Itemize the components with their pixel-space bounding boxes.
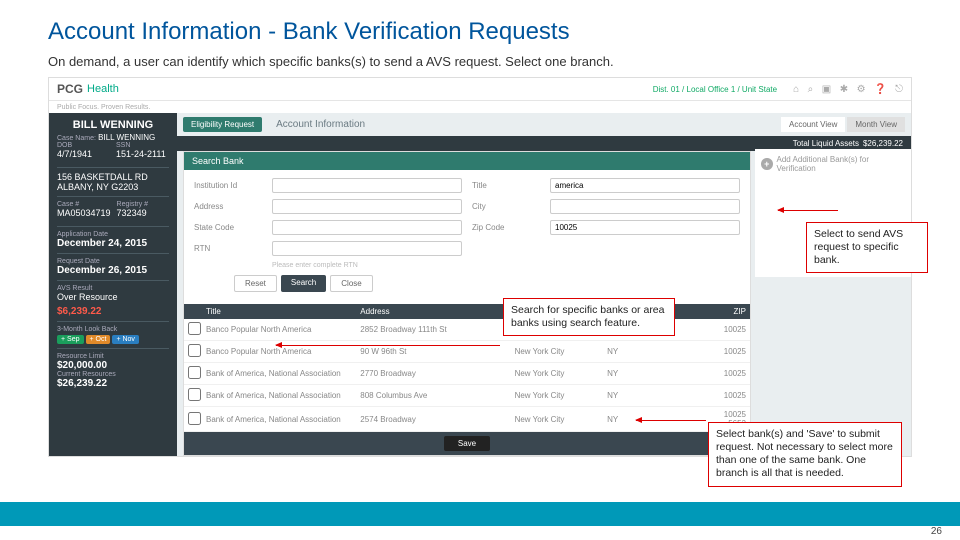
callout-3-arrow (636, 420, 706, 421)
tab-eligibility[interactable]: Eligibility Request (183, 117, 262, 132)
slide-subtitle: On demand, a user can identify which spe… (48, 54, 912, 69)
avs-amount: $6,239.22 (57, 306, 169, 317)
search-button[interactable]: Search (281, 275, 326, 292)
state-label: State Code (194, 223, 272, 232)
callout-1: Select to send AVS request to specific b… (806, 222, 928, 273)
city-label: City (472, 202, 550, 211)
app-window: PCG Health Dist. 01 / Local Office 1 / U… (48, 77, 912, 457)
assets-label: Total Liquid Assets (793, 139, 859, 148)
save-button[interactable]: Save (444, 436, 490, 451)
col-address: Address (360, 307, 514, 316)
current-resources: $26,239.22 (57, 378, 169, 389)
row-checkbox[interactable] (188, 344, 201, 357)
callout-3: Select bank(s) and 'Save' to submit requ… (708, 422, 902, 487)
gear-icon[interactable]: ⚙ (857, 84, 866, 95)
city-input[interactable] (550, 199, 740, 214)
add-bank-label: Add Additional Bank(s) for Verification (777, 155, 905, 173)
app-date: December 24, 2015 (57, 238, 169, 249)
search-icon[interactable]: ⌕ (808, 84, 814, 95)
rtn-hint: Please enter complete RTN (272, 262, 462, 269)
month-nov[interactable]: + Nov (112, 335, 138, 344)
institution-input[interactable] (272, 178, 462, 193)
brand-tagline: Public Focus. Proven Results. (57, 104, 150, 111)
zip-label: Zip Code (472, 223, 550, 232)
lookback-label: 3-Month Look Back (57, 326, 169, 333)
case-name: BILL WENNING (98, 133, 155, 142)
month-sep[interactable]: + Sep (57, 335, 84, 344)
result-row[interactable]: Bank of America, National Association277… (184, 363, 750, 385)
sidebar: BILL WENNING Case Name: BILL WENNING DOB… (49, 113, 177, 456)
avs-result: Over Resource (57, 292, 169, 302)
app-date-label: Application Date (57, 231, 169, 238)
request-date-label: Request Date (57, 258, 169, 265)
ssn-label: SSN (116, 142, 169, 149)
callout-2: Search for specific banks or area banks … (503, 298, 675, 336)
assets-amount: $26,239.22 (863, 139, 903, 148)
case-label: Case # (57, 201, 111, 208)
case-name-label: Case Name: (57, 135, 96, 142)
breadcrumb: Dist. 01 / Local Office 1 / Unit State (653, 85, 777, 94)
institution-label: Institution Id (194, 181, 272, 190)
month-oct[interactable]: + Oct (86, 335, 111, 344)
rtn-label: RTN (194, 244, 272, 253)
section-title: Account Information (276, 119, 773, 130)
plus-icon: + (761, 158, 773, 170)
case-number: MA05034719 (57, 208, 111, 218)
title-input[interactable] (550, 178, 740, 193)
brand-main: PCG (57, 82, 83, 96)
brand-sub: Health (87, 83, 119, 95)
result-row[interactable]: Bank of America, National Association808… (184, 385, 750, 407)
request-date: December 26, 2015 (57, 265, 169, 276)
reset-button[interactable]: Reset (234, 275, 277, 292)
brand: PCG Health (57, 82, 119, 96)
zip-input[interactable] (550, 220, 740, 235)
registry-label: Registry # (117, 201, 169, 208)
top-icons: ⌂ ⌕ ▣ ✱ ⚙ ❓ ⎋ (787, 84, 903, 95)
user-icon[interactable]: ▣ (822, 84, 831, 95)
address: 156 BASKETDALL RD ALBANY, NY G2203 (57, 172, 169, 192)
add-bank-button[interactable]: + Add Additional Bank(s) for Verificatio… (761, 155, 905, 173)
row-checkbox[interactable] (188, 388, 201, 401)
state-input[interactable] (272, 220, 462, 235)
rtn-input[interactable] (272, 241, 462, 256)
modal-title: Search Bank (184, 152, 750, 170)
current-resources-label: Current Resources (57, 371, 169, 378)
lookback-months: + Sep + Oct + Nov (57, 335, 169, 344)
slide-title: Account Information - Bank Verification … (48, 18, 912, 46)
col-zip: ZIP (684, 307, 746, 316)
logout-icon[interactable]: ⎋ (895, 84, 903, 95)
title-label: Title (472, 181, 550, 190)
tab-month-view[interactable]: Month View (847, 117, 905, 132)
tab-account-view[interactable]: Account View (781, 117, 845, 132)
star-icon[interactable]: ✱ (840, 84, 848, 95)
dob-label: DOB (57, 142, 110, 149)
row-checkbox[interactable] (188, 366, 201, 379)
col-title: Title (206, 307, 360, 316)
address-input[interactable] (272, 199, 462, 214)
resource-limit: $20,000.00 (57, 360, 169, 371)
help-icon[interactable]: ❓ (874, 84, 886, 95)
address-label: Address (194, 202, 272, 211)
callout-2-arrow (276, 345, 500, 346)
page-number: 26 (931, 526, 942, 537)
main-panel: Eligibility Request Account Information … (177, 113, 911, 456)
footer-bar (0, 502, 960, 526)
row-checkbox[interactable] (188, 322, 201, 335)
home-icon[interactable]: ⌂ (793, 84, 799, 95)
registry-number: 732349 (117, 208, 169, 218)
avs-result-label: AVS Result (57, 285, 169, 292)
row-checkbox[interactable] (188, 412, 201, 425)
close-button[interactable]: Close (330, 275, 372, 292)
resource-limit-label: Resource Limit (57, 353, 169, 360)
ssn: 151-24-2111 (116, 149, 169, 159)
case-person: BILL WENNING (57, 119, 169, 131)
topbar: PCG Health Dist. 01 / Local Office 1 / U… (49, 78, 911, 101)
dob: 4/7/1941 (57, 149, 110, 159)
callout-1-arrow (778, 210, 838, 211)
